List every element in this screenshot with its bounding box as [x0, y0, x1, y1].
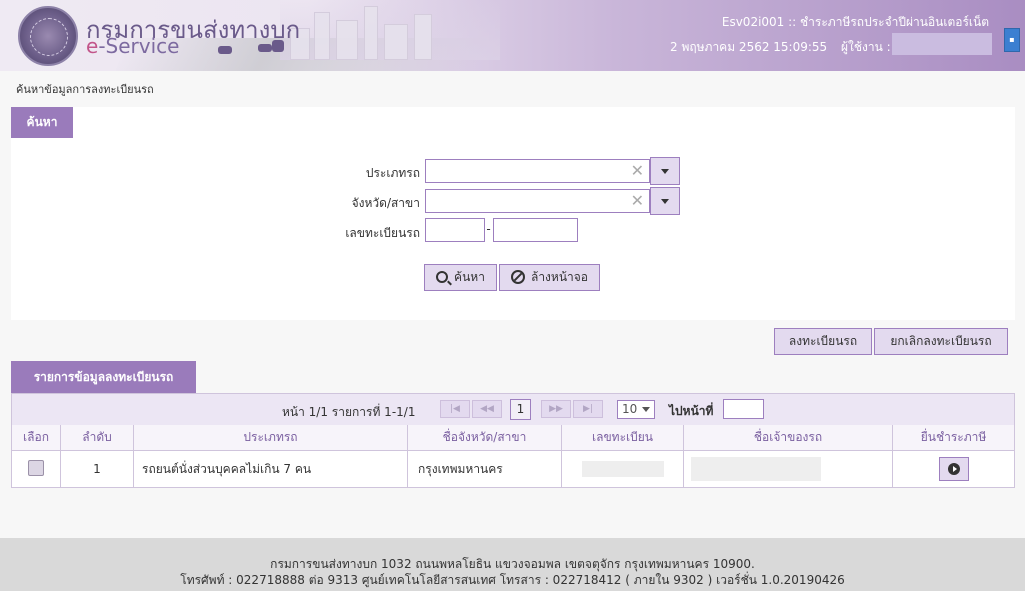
goto-page-label: ไปหน้าที่ — [669, 404, 714, 418]
row-plate-cell — [561, 450, 684, 487]
search-button-label: ค้นหา — [454, 270, 485, 284]
clear-x-icon[interactable]: ✕ — [631, 162, 644, 180]
building-shape — [364, 6, 378, 60]
pager: หน้า 1/1 รายการที่ 1-1/1 |◀ ◀◀ 1 ▶▶ ▶| 1… — [12, 394, 1014, 426]
col-vehicle-type: ประเภทรถ — [133, 425, 408, 451]
col-select: เลือก — [12, 425, 61, 451]
breadcrumb: ค้นหาข้อมูลการลงทะเบียนรถ — [16, 83, 154, 96]
row-province: กรุงเทพมหานคร — [407, 450, 562, 487]
app-header: กรมการขนส่งทางบก e-Service Esv02i001 :: … — [0, 0, 1025, 71]
col-plate: เลขทะเบียน — [561, 425, 684, 451]
table-header-row: เลือก ลำดับ ประเภทรถ ชื่อจังหวัด/สาขา เล… — [12, 425, 1014, 451]
page-size-select[interactable]: 10 — [617, 400, 655, 419]
user-label: ผู้ใช้งาน : — [841, 40, 891, 54]
chevron-down-icon — [642, 407, 650, 412]
row-owner-cell — [683, 450, 893, 487]
bus-icon — [272, 40, 284, 52]
page-size-value: 10 — [622, 402, 638, 416]
province-combo[interactable]: ✕ — [425, 189, 650, 213]
goto-page-input[interactable] — [723, 399, 764, 419]
building-shape — [414, 14, 432, 60]
car-icon — [218, 46, 232, 54]
ban-icon — [510, 270, 525, 284]
row-pay-cell — [893, 451, 1015, 488]
user-name-field — [892, 33, 992, 55]
clear-x-icon[interactable]: ✕ — [631, 192, 644, 210]
vehicle-type-combo[interactable]: ✕ — [425, 159, 650, 183]
col-owner: ชื่อเจ้าของรถ — [683, 425, 893, 451]
table-row: 1 รถยนต์นั่งส่วนบุคคลไม่เกิน 7 คน กรุงเท… — [12, 450, 1015, 488]
prev-page-icon[interactable]: ◀◀ — [472, 400, 502, 418]
search-panel-tab: ค้นหา — [11, 107, 73, 138]
province-dropdown-button[interactable] — [650, 187, 680, 215]
next-page-icon[interactable]: ▶▶ — [541, 400, 571, 418]
row-owner — [691, 457, 821, 481]
clear-button-label: ล้างหน้าจอ — [530, 270, 589, 284]
search-button[interactable]: ค้นหา — [424, 264, 497, 291]
plate-separator: - — [486, 222, 491, 236]
vehicle-type-dropdown-button[interactable] — [650, 157, 680, 185]
pager-status: หน้า 1/1 รายการที่ 1-1/1 — [282, 405, 416, 419]
row-vehicle-type: รถยนต์นั่งส่วนบุคคลไม่เกิน 7 คน — [133, 450, 408, 487]
caret-down-icon — [661, 169, 669, 174]
current-datetime: 2 พฤษภาคม 2562 15:09:55 — [670, 40, 828, 54]
car-icon — [258, 44, 272, 52]
registration-grid: หน้า 1/1 รายการที่ 1-1/1 |◀ ◀◀ 1 ▶▶ ▶| 1… — [11, 393, 1015, 488]
header-city-graphic — [280, 0, 500, 60]
col-pay-tax: ยื่นชำระภาษี — [892, 425, 1014, 451]
service-suffix: -Service — [98, 34, 180, 58]
department-seal-icon — [18, 6, 78, 66]
row-select-cell — [12, 450, 61, 487]
clear-button[interactable]: ล้างหน้าจอ — [499, 264, 600, 291]
plate-number-input[interactable] — [493, 218, 578, 242]
col-order: ลำดับ — [60, 425, 134, 451]
vehicle-type-label: ประเภทรถ — [365, 166, 420, 180]
pay-tax-button[interactable] — [938, 457, 969, 481]
building-shape — [336, 20, 358, 60]
building-shape — [314, 12, 330, 60]
registration-table: เลือก ลำดับ ประเภทรถ ชื่อจังหวัด/สาขา เล… — [12, 425, 1014, 487]
register-vehicle-button[interactable]: ลงทะเบียนรถ — [774, 328, 872, 355]
page-code-title: Esv02i001 :: ชำระภาษีรถประจำปีผ่านอินเตอ… — [721, 15, 989, 29]
plate-prefix-input[interactable] — [425, 218, 485, 242]
current-page[interactable]: 1 — [510, 399, 531, 420]
row-plate — [581, 461, 664, 477]
caret-down-icon — [661, 199, 669, 204]
footer: กรมการขนส่งทางบก 1032 ถนนพหลโยธิน แขวงจอ… — [0, 538, 1025, 591]
building-shape — [384, 24, 408, 60]
plate-label: เลขทะเบียนรถ — [345, 226, 420, 240]
menu-toggle-icon[interactable]: ▪ — [1004, 28, 1020, 52]
col-province: ชื่อจังหวัด/สาขา — [407, 425, 562, 451]
service-prefix: e — [86, 34, 99, 58]
last-page-icon[interactable]: ▶| — [573, 400, 603, 418]
footer-contact: โทรศัพท์ : 022718888 ต่อ 9313 ศูนย์เทคโน… — [180, 573, 845, 587]
first-page-icon[interactable]: |◀ — [440, 400, 470, 418]
row-select-checkbox[interactable] — [28, 459, 44, 476]
magnifier-icon — [436, 271, 449, 283]
province-label: จังหวัด/สาขา — [351, 196, 420, 210]
row-order: 1 — [60, 450, 134, 487]
service-name: e-Service — [86, 34, 179, 58]
registration-list-tab: รายการข้อมูลลงทะเบียนรถ — [11, 361, 196, 393]
cancel-registration-button[interactable]: ยกเลิกลงทะเบียนรถ — [874, 328, 1008, 355]
